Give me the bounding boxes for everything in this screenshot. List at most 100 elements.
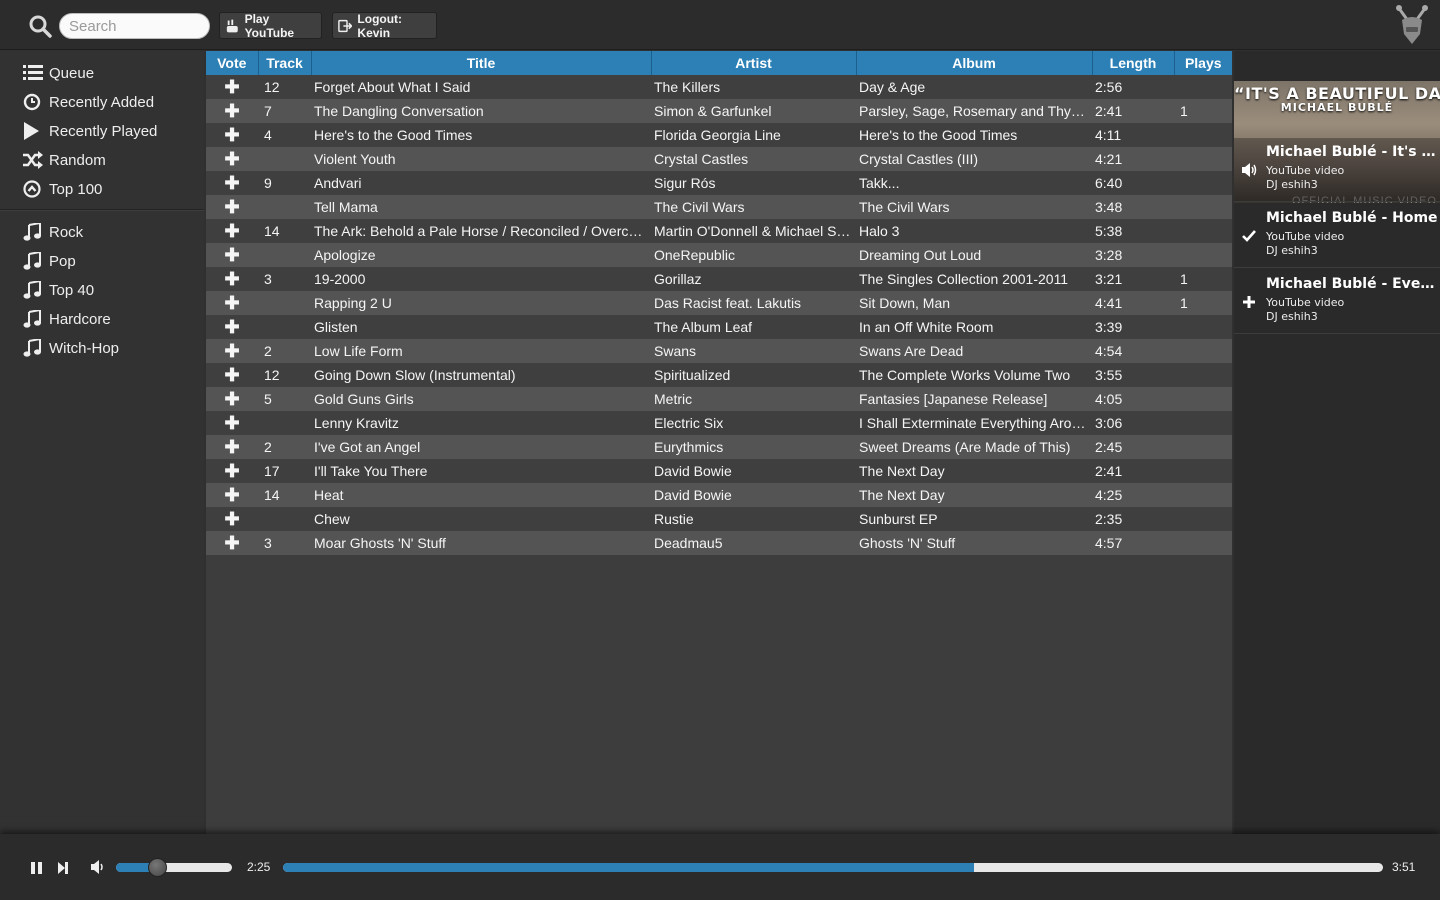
title-cell: Gold Guns Girls (314, 391, 414, 407)
vote-button[interactable]: ✚ (206, 75, 258, 99)
list-icon (23, 65, 43, 80)
vote-button[interactable]: ✚ (206, 435, 258, 459)
vote-button[interactable]: ✚ (206, 483, 258, 507)
table-row[interactable]: ✚ Chew Rustie Sunburst EP 2:35 (206, 507, 1232, 531)
skip-next-icon[interactable] (56, 861, 70, 875)
artist-cell: David Bowie (654, 487, 732, 503)
table-row[interactable]: ✚ 7 The Dangling Conversation Simon & Garfu… (206, 99, 1232, 123)
plays-cell (1174, 243, 1232, 267)
column-header-track[interactable]: Track (258, 51, 312, 75)
pause-icon[interactable] (30, 861, 44, 875)
vote-button[interactable]: ✚ (206, 507, 258, 531)
vote-button[interactable]: ✚ (206, 123, 258, 147)
track-progress-bar[interactable] (283, 863, 1383, 872)
queue-item[interactable]: Michael Bublé - Home YouTube video DJ es… (1234, 204, 1440, 268)
table-row[interactable]: ✚ 3 Moar Ghosts 'N' Stuff Deadmau5 Ghosts 'N… (206, 531, 1232, 555)
vote-button[interactable]: ✚ (206, 99, 258, 123)
sidebar-item-recently-played[interactable]: Recently Played (23, 119, 157, 143)
table-row[interactable]: ✚ 2 Low Life Form Swans Swans Are Dead 4:54 (206, 339, 1232, 363)
track-number-cell (258, 507, 311, 531)
vote-button[interactable]: ✚ (206, 411, 258, 435)
table-row[interactable]: ✚ 17 I'll Take You There David Bowie The Nex… (206, 459, 1232, 483)
table-row[interactable]: ✚ Violent Youth Crystal Castles Crystal Cas… (206, 147, 1232, 171)
song-table-area: Vote Track Title Artist Album Length Pla… (206, 51, 1232, 834)
column-header-length[interactable]: Length (1092, 51, 1175, 75)
table-row[interactable]: ✚ Apologize OneRepublic Dreaming Out Loud 3:… (206, 243, 1232, 267)
length-cell: 3:06 (1095, 415, 1123, 431)
vote-button[interactable]: ✚ (206, 171, 258, 195)
table-row[interactable]: ✚ Rapping 2 U Das Racist feat. Lakutis Sit … (206, 291, 1232, 315)
app-logo-icon (1396, 5, 1428, 44)
vote-button[interactable]: ✚ (206, 195, 258, 219)
track-number-cell: 12 (264, 79, 280, 95)
table-row[interactable]: ✚ Glisten The Album Leaf In an Off White Ro… (206, 315, 1232, 339)
track-number-cell: 9 (264, 175, 272, 191)
length-cell: 4:11 (1095, 127, 1122, 143)
table-row[interactable]: ✚ 2 I've Got an Angel Eurythmics Sweet Dream… (206, 435, 1232, 459)
volume-slider[interactable] (116, 858, 232, 877)
column-header-album[interactable]: Album (856, 51, 1093, 75)
column-header-vote[interactable]: Vote (206, 51, 259, 75)
search-icon[interactable] (28, 14, 52, 38)
vote-button[interactable]: ✚ (206, 147, 258, 171)
search-input[interactable] (59, 13, 210, 39)
track-number-cell (258, 195, 311, 219)
length-cell: 4:54 (1095, 343, 1123, 359)
vote-button[interactable]: ✚ (206, 531, 258, 555)
sidebar-item-top-40[interactable]: Top 40 (23, 278, 94, 302)
column-header-plays[interactable]: Plays (1174, 51, 1232, 75)
table-row[interactable]: ✚ 12 Forget About What I Said The Killers Da… (206, 75, 1232, 99)
table-row[interactable]: ✚ 4 Here's to the Good Times Florida Georgi… (206, 123, 1232, 147)
sidebar-item-pop[interactable]: Pop (23, 249, 76, 273)
track-number-cell (258, 147, 311, 171)
plays-cell: 1 (1180, 295, 1188, 311)
sidebar-item-recently-added[interactable]: Recently Added (23, 90, 154, 114)
track-number-cell: 4 (264, 127, 272, 143)
column-header-title[interactable]: Title (311, 51, 652, 75)
vote-button[interactable]: ✚ (206, 363, 258, 387)
play-youtube-button[interactable]: Play YouTube (219, 11, 322, 40)
track-progress-fill (283, 863, 974, 872)
table-row[interactable]: ✚ 5 Gold Guns Girls Metric Fantasies [Japane… (206, 387, 1232, 411)
logout-button[interactable]: Logout: Kevin (332, 12, 437, 40)
column-header-artist[interactable]: Artist (651, 51, 857, 75)
song-rows: ✚ 12 Forget About What I Said The Killers Da… (206, 75, 1232, 555)
album-cell: The Complete Works Volume Two (859, 367, 1071, 383)
track-number-cell: 12 (264, 367, 280, 383)
vote-button[interactable]: ✚ (206, 459, 258, 483)
sidebar-item-queue[interactable]: Queue (23, 61, 94, 85)
length-cell: 2:41 (1095, 463, 1123, 479)
queue-item[interactable]: Michael Bublé - Everything YouTube video… (1234, 270, 1440, 334)
table-row[interactable]: ✚ 14 Heat David Bowie The Next Day 4:25 (206, 483, 1232, 507)
thumbnail-subtitle-text: MICHAEL BUBLÉ (1280, 101, 1394, 114)
elapsed-time: 2:25 (247, 860, 271, 874)
table-row[interactable]: ✚ 3 19-2000 Gorillaz The Singles Collection … (206, 267, 1232, 291)
music-note-icon (23, 310, 41, 328)
queue-item-dj: DJ eshih3 (1266, 178, 1318, 191)
table-row[interactable]: ✚ 12 Going Down Slow (Instrumental) Spiritu… (206, 363, 1232, 387)
volume-knob[interactable] (147, 858, 167, 877)
queue-item[interactable]: Michael Bublé - It's A Beautiful Day You… (1234, 138, 1440, 202)
volume-icon[interactable] (90, 859, 106, 875)
table-row[interactable]: ✚ Lenny Kravitz Electric Six I Shall Exterm… (206, 411, 1232, 435)
table-row[interactable]: ✚ 9 Andvari Sigur Rós Takk... 6:40 (206, 171, 1232, 195)
sidebar-item-random[interactable]: Random (23, 148, 106, 172)
sidebar-item-rock[interactable]: Rock (23, 220, 83, 244)
vote-button[interactable]: ✚ (206, 387, 258, 411)
vote-button[interactable]: ✚ (206, 315, 258, 339)
sidebar-item-top-100[interactable]: Top 100 (23, 177, 102, 201)
vote-button[interactable]: ✚ (206, 243, 258, 267)
play-youtube-label: Play YouTube (244, 11, 295, 40)
table-row[interactable]: ✚ Tell Mama The Civil Wars The Civil Wars 3:… (206, 195, 1232, 219)
vote-button[interactable]: ✚ (206, 219, 258, 243)
sidebar-item-witch-hop[interactable]: Witch-Hop (23, 336, 119, 360)
checkmark-icon[interactable] (1241, 228, 1257, 244)
player-bar: 2:25 3:51 (0, 834, 1440, 900)
vote-button[interactable]: ✚ (206, 267, 258, 291)
plus-icon[interactable] (1241, 294, 1257, 310)
sidebar-item-hardcore[interactable]: Hardcore (23, 307, 111, 331)
table-row[interactable]: ✚ 14 The Ark: Behold a Pale Horse / Reconc… (206, 219, 1232, 243)
vote-button[interactable]: ✚ (206, 291, 258, 315)
vote-button[interactable]: ✚ (206, 339, 258, 363)
plays-cell (1174, 363, 1232, 387)
